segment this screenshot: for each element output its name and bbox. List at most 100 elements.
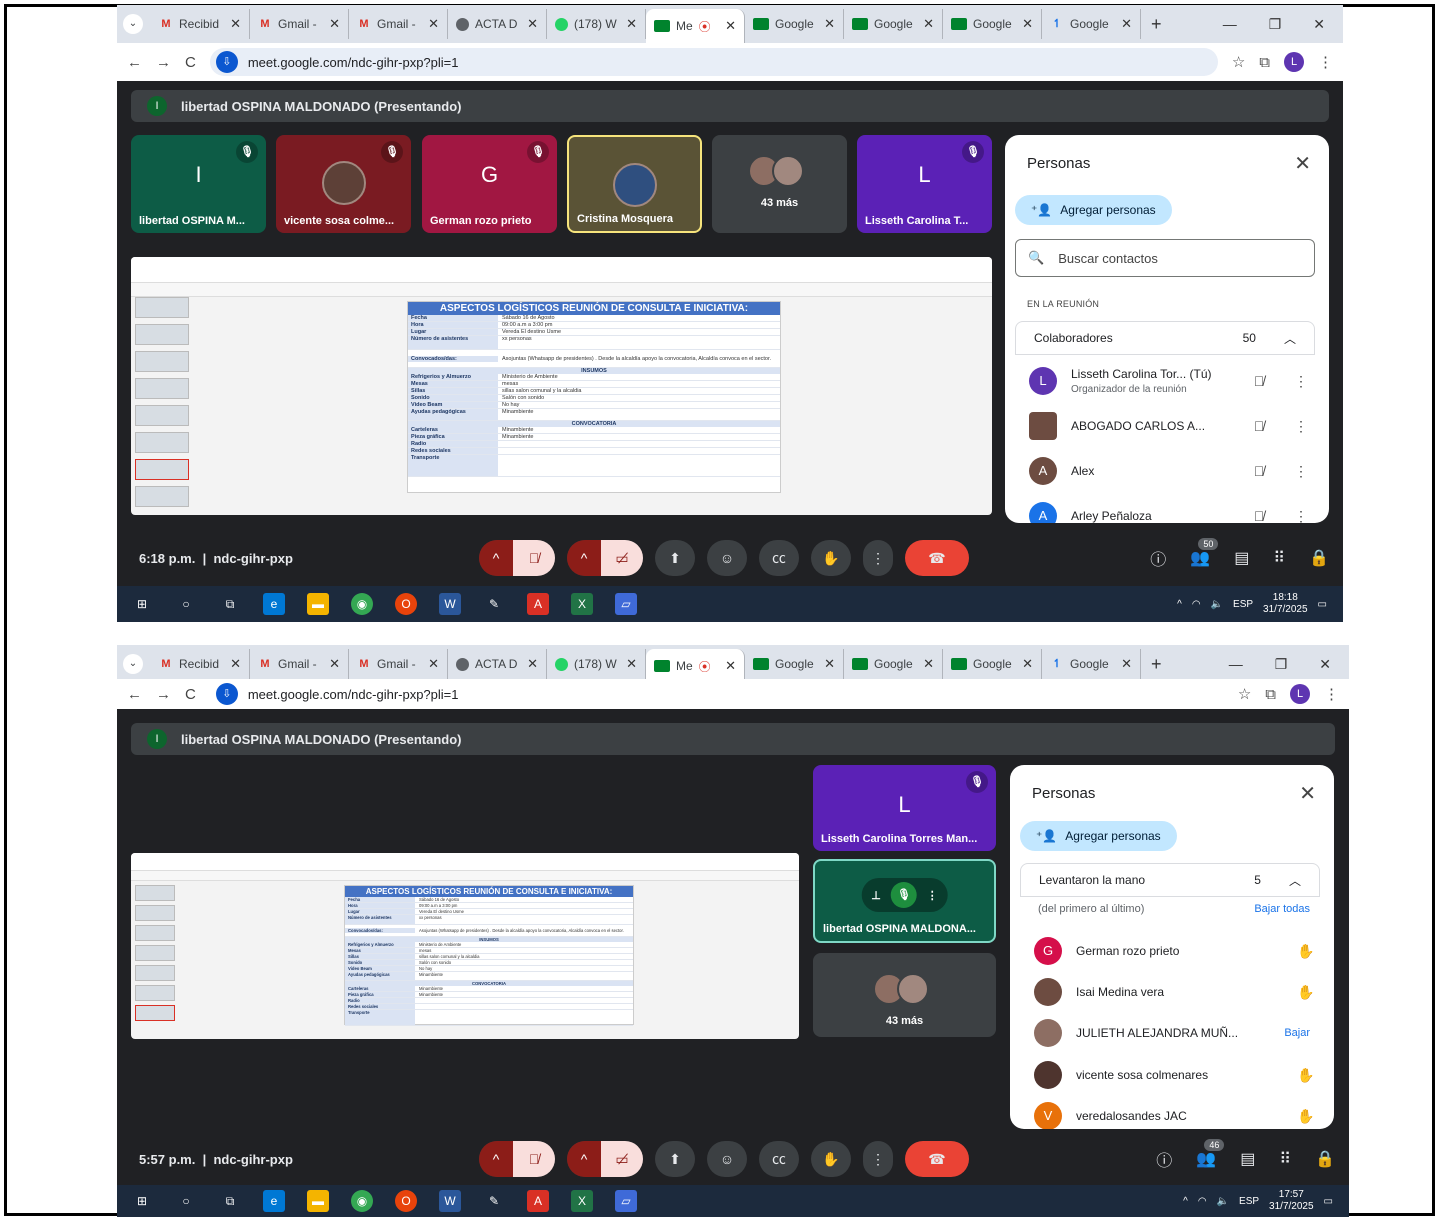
wifi-icon[interactable]: ◠: [1192, 599, 1201, 610]
excel-icon[interactable]: X: [571, 1190, 593, 1212]
star-icon[interactable]: ☆: [1232, 53, 1245, 71]
task-view-icon[interactable]: ⧉: [219, 1190, 241, 1212]
tab[interactable]: M Gmail - ✕: [250, 9, 349, 39]
app-icon[interactable]: ▱: [615, 593, 637, 615]
raised-hand-icon[interactable]: ✋: [1292, 943, 1320, 960]
profile-avatar[interactable]: L: [1284, 52, 1304, 72]
participant-tile[interactable]: 🎙 L Lisseth Carolina Torres Man...: [813, 765, 996, 851]
opera-icon[interactable]: O: [395, 593, 417, 615]
search-icon[interactable]: ○: [175, 1190, 197, 1212]
tab[interactable]: Google ✕: [745, 9, 844, 39]
lower-hand-button[interactable]: Bajar: [1284, 1027, 1310, 1039]
tab-search-icon[interactable]: ⌄: [123, 654, 143, 674]
notifications-icon[interactable]: ▭: [1318, 599, 1327, 610]
tab[interactable]: M Gmail - ✕: [349, 9, 448, 39]
captions-button[interactable]: ㏄: [759, 1141, 799, 1177]
mic-button[interactable]: ^ 🎙̸: [479, 540, 555, 576]
reload-icon[interactable]: C: [185, 686, 196, 703]
close-icon[interactable]: ✕: [1022, 656, 1033, 672]
edge-icon[interactable]: e: [263, 1190, 285, 1212]
tab-search-icon[interactable]: ⌄: [123, 14, 143, 34]
close-icon[interactable]: ✕: [1121, 656, 1132, 672]
captions-button[interactable]: ㏄: [759, 540, 799, 576]
info-icon[interactable]: ⓘ: [1156, 1147, 1172, 1171]
more-options-button[interactable]: ⋮: [863, 1141, 893, 1177]
tray-chevron-icon[interactable]: ^: [1177, 599, 1182, 610]
edge-icon[interactable]: e: [263, 593, 285, 615]
raise-hand-button[interactable]: ✋: [811, 540, 851, 576]
tab[interactable]: ACTA D ✕: [448, 649, 547, 679]
more-options-icon[interactable]: ⋮: [1287, 463, 1315, 480]
camera-button[interactable]: ^ ▭̸: [567, 540, 643, 576]
tab[interactable]: (178) W ✕: [547, 9, 646, 39]
mic-icon[interactable]: 🎙: [890, 882, 917, 908]
new-tab-icon[interactable]: +: [1141, 654, 1172, 675]
clock[interactable]: 17:57 31/7/2025: [1269, 1189, 1314, 1213]
close-icon[interactable]: ✕: [923, 656, 934, 672]
site-info-icon[interactable]: ⇩: [215, 683, 238, 705]
list-item[interactable]: vicente sosa colmenares ✋: [1034, 1055, 1320, 1095]
clock[interactable]: 18:18 31/7/2025: [1263, 592, 1308, 616]
host-controls-icon[interactable]: 🔒: [1315, 1149, 1335, 1169]
tab[interactable]: (178) W ✕: [547, 649, 646, 679]
close-icon[interactable]: ✕: [527, 16, 538, 32]
present-button[interactable]: ⬆: [655, 1141, 695, 1177]
camera-button[interactable]: ^ ▭̸: [567, 1141, 643, 1177]
tab[interactable]: ↿ Google ✕: [1042, 9, 1141, 39]
restore-icon[interactable]: ❐: [1269, 16, 1282, 33]
word-icon[interactable]: W: [439, 1190, 461, 1212]
participant-tile[interactable]: 🎙 I libertad OSPINA M...: [131, 135, 266, 233]
back-icon[interactable]: ←: [127, 686, 142, 703]
profile-avatar[interactable]: L: [1290, 684, 1310, 704]
file-explorer-icon[interactable]: ▬: [307, 593, 329, 615]
opera-icon[interactable]: O: [395, 1190, 417, 1212]
close-icon[interactable]: ✕: [824, 656, 835, 672]
list-item[interactable]: JULIETH ALEJANDRA MUÑ... Bajar: [1034, 1013, 1320, 1053]
more-options-icon[interactable]: ⋮: [1287, 508, 1315, 524]
more-options-button[interactable]: ⋮: [863, 540, 893, 576]
participant-tile[interactable]: 🎙 G German rozo prieto: [422, 135, 557, 233]
list-item[interactable]: A Arley Peñaloza 🎙̸ ⋮: [1029, 496, 1315, 523]
close-icon[interactable]: ✕: [1299, 781, 1316, 806]
add-people-button[interactable]: ⁺👤 Agregar personas: [1020, 821, 1177, 851]
raised-hand-icon[interactable]: ✋: [1292, 1067, 1320, 1084]
acrobat-icon[interactable]: A: [527, 593, 549, 615]
add-people-button[interactable]: ⁺👤 Agregar personas: [1015, 195, 1172, 225]
close-icon[interactable]: ✕: [923, 16, 934, 32]
tab[interactable]: M Gmail - ✕: [349, 649, 448, 679]
emoji-button[interactable]: ☺: [707, 1141, 747, 1177]
acrobat-icon[interactable]: A: [527, 1190, 549, 1212]
word-icon[interactable]: W: [439, 593, 461, 615]
wifi-icon[interactable]: ◠: [1198, 1196, 1207, 1207]
present-button[interactable]: ⬆: [655, 540, 695, 576]
windows-start-icon[interactable]: ⊞: [131, 593, 153, 615]
close-icon[interactable]: ✕: [725, 658, 736, 674]
list-item[interactable]: A Alex 🎙̸ ⋮: [1029, 451, 1315, 491]
tab[interactable]: ACTA D ✕: [448, 9, 547, 39]
participant-tile[interactable]: 🎙 L Lisseth Carolina T...: [857, 135, 992, 233]
close-window-icon[interactable]: ✕: [1319, 656, 1331, 673]
forward-icon[interactable]: →: [156, 54, 171, 71]
menu-icon[interactable]: ⋮: [1324, 685, 1339, 703]
mic-button[interactable]: ^ 🎙̸: [479, 1141, 555, 1177]
restore-icon[interactable]: ❐: [1275, 656, 1288, 673]
notifications-icon[interactable]: ▭: [1324, 1196, 1333, 1207]
tab[interactable]: Google ✕: [943, 649, 1042, 679]
reload-icon[interactable]: C: [185, 54, 196, 71]
chat-icon[interactable]: ▤: [1240, 1149, 1255, 1169]
list-item[interactable]: G German rozo prieto ✋: [1034, 931, 1320, 971]
search-icon[interactable]: ○: [175, 593, 197, 615]
close-icon[interactable]: ✕: [428, 656, 439, 672]
chevron-up-icon[interactable]: ︿: [1289, 872, 1301, 889]
close-icon[interactable]: ✕: [527, 656, 538, 672]
group-header[interactable]: Levantaron la mano 5 ︿: [1020, 863, 1320, 897]
list-item[interactable]: Vveredalosandes JAC ✋: [1034, 1096, 1320, 1129]
forward-icon[interactable]: →: [156, 686, 171, 703]
close-icon[interactable]: ✕: [230, 16, 241, 32]
tab[interactable]: Google ✕: [844, 649, 943, 679]
more-options-icon[interactable]: ⋮: [927, 889, 938, 902]
language-indicator[interactable]: ESP: [1233, 599, 1253, 610]
emoji-button[interactable]: ☺: [707, 540, 747, 576]
tab[interactable]: Google ✕: [844, 9, 943, 39]
pin-icon[interactable]: ⊥: [871, 889, 881, 902]
